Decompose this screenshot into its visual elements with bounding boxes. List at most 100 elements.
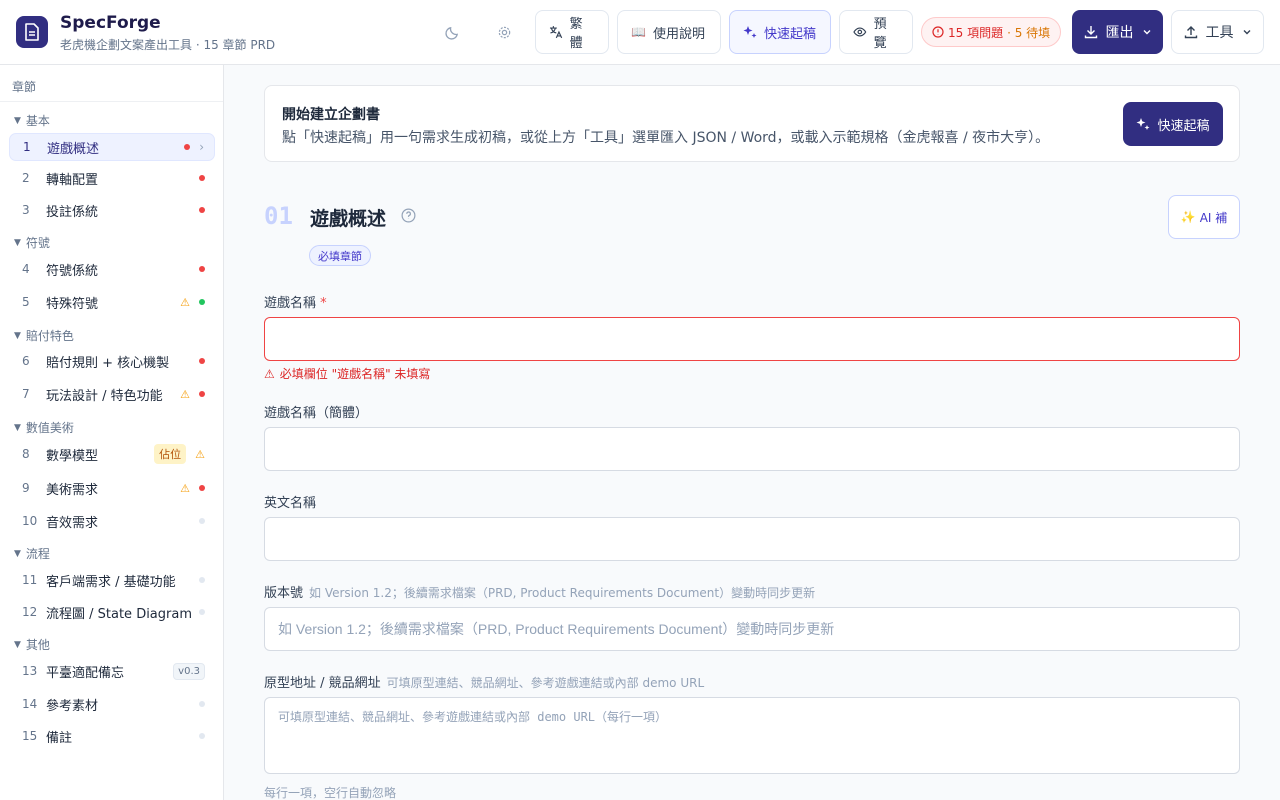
dark-mode-toggle[interactable] (441, 21, 463, 43)
english-name-input[interactable] (264, 517, 1240, 561)
sidebar-item-6[interactable]: 6 賠付規則 + 核心機製 (9, 347, 215, 375)
moon-icon (444, 26, 458, 40)
warning-icon: ⚠ (180, 295, 190, 309)
group-math-art[interactable]: ▼ 數值美術 (14, 419, 74, 436)
upload-icon (1184, 26, 1197, 39)
translate-icon (549, 26, 563, 39)
required-asterisk: * (320, 296, 327, 311)
empty-dot (199, 577, 205, 583)
item-label: 賠付規則 + 核心機製 (46, 355, 170, 371)
sidebar-item-9[interactable]: 9 美術需求 ⚠ (9, 474, 215, 502)
error-dot (199, 358, 205, 364)
sidebar-item-8[interactable]: 8 數學模型 佔位 ⚠ (9, 440, 215, 468)
error-dot (199, 175, 205, 181)
error-dot (199, 391, 205, 397)
item-label: 音效需求 (46, 515, 99, 531)
language-label: 繁體 (569, 17, 583, 51)
sidebar-item-4[interactable]: 4 符號係統 (9, 255, 215, 283)
banner-button-label: 快速起稿 (1157, 118, 1210, 134)
item-label: 轉軸配置 (46, 172, 99, 188)
export-label: 匯出 (1105, 25, 1134, 41)
item-label: 符號係統 (46, 263, 99, 279)
error-dot (199, 266, 205, 272)
help-icon[interactable] (401, 208, 416, 223)
empty-dot (199, 518, 205, 524)
sidebar-item-11[interactable]: 11 客戶端需求 / 基礎功能 (9, 566, 215, 594)
group-payout[interactable]: ▼ 賠付特色 (14, 327, 74, 344)
preview-button[interactable]: 預覽 (839, 10, 913, 54)
issues-badge[interactable]: 15 項問題 · 5 待填 (921, 17, 1062, 47)
group-label: 賠付特色 (25, 329, 74, 343)
book-icon: 📖 (631, 25, 646, 39)
guide-button[interactable]: 📖 使用說明 (617, 10, 721, 54)
app-subtitle: 老虎機企劃文案產出工具 · 15 章節 PRD (60, 38, 276, 52)
sparkles-icon (1136, 118, 1150, 130)
issues-count: 15 項問題 (948, 25, 1004, 40)
document-icon (25, 23, 39, 41)
group-label: 數值美術 (25, 421, 74, 435)
sidebar-item-1[interactable]: 1 遊戲概述 › (9, 133, 215, 161)
version-input[interactable] (264, 607, 1240, 651)
item-label: 流程圖 / State Diagram (46, 606, 193, 622)
item-number: 11 (22, 573, 38, 587)
item-label: 玩法設計 / 特色功能 (46, 388, 163, 404)
warning-icon: ⚠ (180, 387, 190, 401)
item-number: 7 (22, 387, 30, 401)
warning-icon: ⚠ (180, 481, 190, 495)
app-header: SpecForge 老虎機企劃文案產出工具 · 15 章節 PRD 繁體 📖 使… (0, 0, 1280, 65)
group-basic[interactable]: ▼ 基本 (14, 112, 50, 129)
game-name-sc-input[interactable] (264, 427, 1240, 471)
tools-label: 工具 (1205, 25, 1234, 41)
sidebar-item-7[interactable]: 7 玩法設計 / 特色功能 ⚠ (9, 380, 215, 408)
sidebar-item-14[interactable]: 14 參考素材 (9, 690, 215, 718)
sidebar-item-12[interactable]: 12 流程圖 / State Diagram (9, 598, 215, 626)
group-label: 基本 (25, 114, 50, 128)
sidebar-item-3[interactable]: 3 投註係統 (9, 196, 215, 224)
group-symbols[interactable]: ▼ 符號 (14, 234, 50, 251)
sidebar-item-15[interactable]: 15 備註 (9, 722, 215, 750)
export-button[interactable]: 匯出 (1072, 10, 1163, 54)
empty-dot (199, 609, 205, 615)
sidebar-item-2[interactable]: 2 轉軸配置 (9, 164, 215, 192)
item-label: 參考素材 (46, 698, 99, 714)
item-number: 2 (22, 171, 30, 185)
preview-label: 預覽 (873, 17, 887, 51)
item-number: 8 (22, 447, 30, 461)
tools-button[interactable]: 工具 (1171, 10, 1264, 54)
sidebar-item-13[interactable]: 13 平臺適配備忘 v0.3 (9, 657, 215, 685)
game-name-input[interactable] (264, 317, 1240, 361)
settings-button[interactable] (493, 21, 515, 43)
group-label: 流程 (25, 547, 50, 561)
caret-down-icon: ▼ (14, 639, 21, 650)
item-label: 備註 (46, 730, 73, 746)
warning-icon: ⚠ (264, 366, 275, 381)
placeholder-tag: 佔位 (154, 444, 187, 464)
sparkle-icon: ✨ (1180, 210, 1196, 224)
sidebar-item-5[interactable]: 5 特殊符號 ⚠ (9, 288, 215, 316)
ai-fill-button[interactable]: ✨ AI 補 (1168, 195, 1240, 239)
item-number: 1 (23, 140, 31, 154)
quickstart-button[interactable]: 快速起稿 (729, 10, 831, 54)
app-title: SpecForge (60, 13, 161, 33)
sidebar-item-10[interactable]: 10 音效需求 (9, 507, 215, 535)
app-logo (16, 16, 48, 48)
item-number: 12 (22, 605, 38, 619)
group-other[interactable]: ▼ 其他 (14, 636, 50, 653)
prototype-textarea[interactable] (264, 697, 1240, 774)
item-number: 3 (22, 203, 30, 217)
chevron-down-icon (1143, 30, 1150, 35)
game-name-error: ⚠ 必填欄位 "遊戲名稱" 未填寫 (264, 365, 430, 382)
item-label: 數學模型 (46, 448, 99, 464)
caret-down-icon: ▼ (14, 237, 21, 248)
banner-quickstart-button[interactable]: 快速起稿 (1123, 102, 1223, 146)
group-label: 符號 (25, 236, 50, 250)
item-number: 10 (22, 514, 38, 528)
language-button[interactable]: 繁體 (535, 10, 609, 54)
item-number: 5 (22, 295, 30, 309)
chevron-right-icon: › (199, 140, 204, 154)
item-label: 特殊符號 (46, 296, 99, 312)
group-flow[interactable]: ▼ 流程 (14, 545, 50, 562)
game-name-sc-label: 遊戲名稱（簡體） (264, 406, 369, 421)
caret-down-icon: ▼ (14, 422, 21, 433)
alert-circle-icon (932, 26, 944, 38)
